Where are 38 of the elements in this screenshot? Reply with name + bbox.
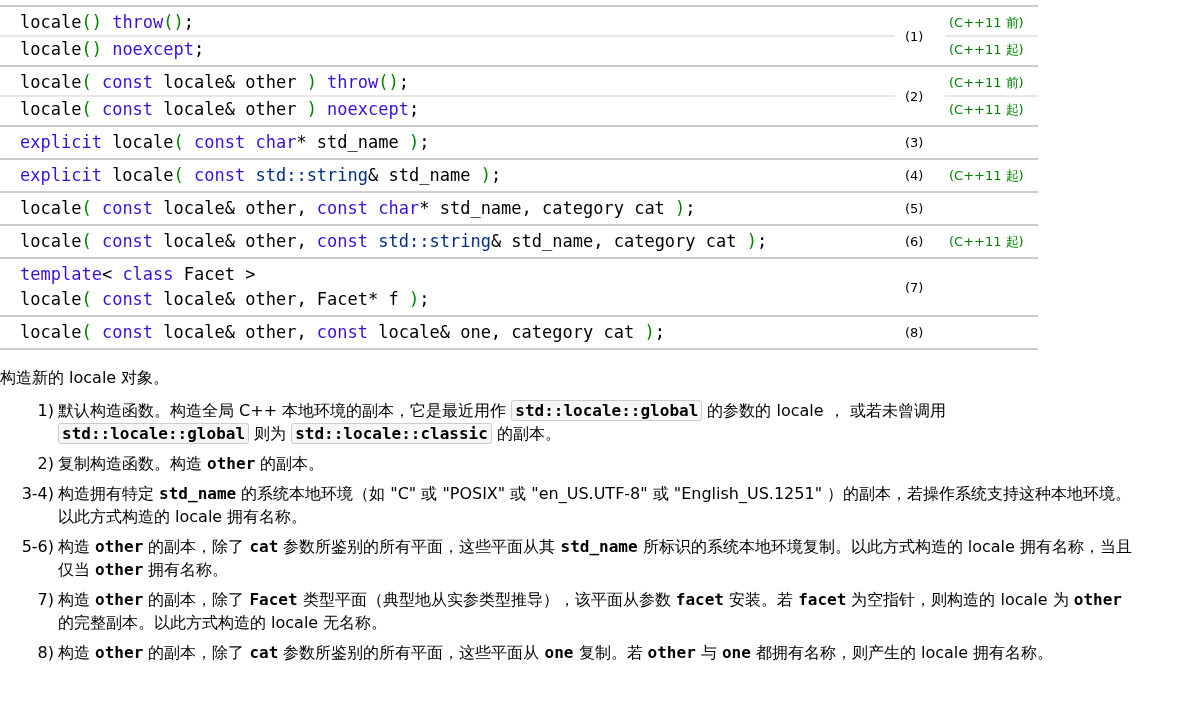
code-line: locale( const locale& other ) noexcept; [0, 95, 895, 122]
code-line: template< class Facet > [19, 263, 257, 286]
overload-number: (1) [905, 28, 924, 44]
item-number: 3-4) [20, 483, 55, 505]
version-tag: (C++11 起) [949, 166, 1024, 185]
code-line: locale( const locale& other, Facet* f ); [19, 288, 431, 311]
overload-number: (3) [905, 135, 924, 150]
description-text: 构造 other 的副本，除了 Facet 类型平面（典型地从实参类型推导），该平面从参数 facet 安装。若 facet 为空指针，则构造的 locale 为 other 的完整副本。以此方式构造的 locale 无名称。 [58, 589, 1123, 634]
description-text: 构造 other 的副本，除了 cat 参数所鉴别的所有平面，这些平面从 one 复制。若 other 与 one 都拥有名称，则产生的 locale 拥有名称。 [58, 642, 1055, 664]
code-line: explicit locale( const char* std_name ); [19, 131, 431, 154]
version-tag: (C++11 起) [949, 232, 1024, 251]
description-text: 默认构造函数。构造全局 C++ 本地环境的副本，它是最近用作 std::locale::global 的参数的 locale ， 或若未曾调用 std::locale::global 则为 std::locale::classic 的副本。 [58, 399, 947, 445]
version-tag: (C++11 起) [949, 40, 1024, 59]
version-tag: (C++11 起) [949, 100, 1024, 119]
code-line: locale() throw(); [19, 11, 196, 34]
description-text: 复制构造函数。构造 other 的副本。 [58, 453, 326, 475]
item-number: 1) [36, 400, 55, 422]
code-line: explicit locale( const std::string& std_name ); [19, 164, 503, 187]
version-tag: (C++11 前) [949, 73, 1024, 92]
code-line: locale( const locale& other, const std::string& std_name, category cat ); [19, 230, 769, 253]
item-number: 8) [36, 642, 55, 664]
overload-number: (2) [905, 88, 924, 104]
overload-number: (7) [905, 279, 924, 295]
description-text: 构造 other 的副本，除了 cat 参数所鉴别的所有平面，这些平面从其 std_name 所标识的系统本地环境复制。以此方式构造的 locale 拥有名称，当且仅当 other 拥有名称。 [58, 536, 1133, 581]
item-number: 5-6) [20, 536, 55, 558]
item-number: 7) [36, 589, 55, 611]
item-number: 2) [36, 453, 55, 475]
overload-number: (5) [905, 201, 924, 216]
code-line: locale( const locale& other ) throw(); [19, 71, 411, 94]
description-text: 构造新的 locale 对象。 [0, 368, 170, 387]
version-tag: (C++11 前) [949, 13, 1024, 32]
code-line: locale( const locale& other, const locale& one, category cat ); [19, 321, 666, 344]
code-line: locale( const locale& other, const char* std_name, category cat ); [19, 197, 697, 220]
overload-number: (4) [905, 168, 924, 183]
overload-number: (8) [905, 325, 924, 340]
code-line: locale() noexcept; [0, 35, 895, 62]
overload-number: (6) [905, 234, 924, 249]
description-text: 构造拥有特定 std_name 的系统本地环境（如 "C" 或 "POSIX" 或 "en_US.UTF-8" 或 "English_US.1251" ）的副本，若操作系统支持这种本地环境。以此方式构造的 locale 拥有名称。 [58, 483, 1133, 528]
